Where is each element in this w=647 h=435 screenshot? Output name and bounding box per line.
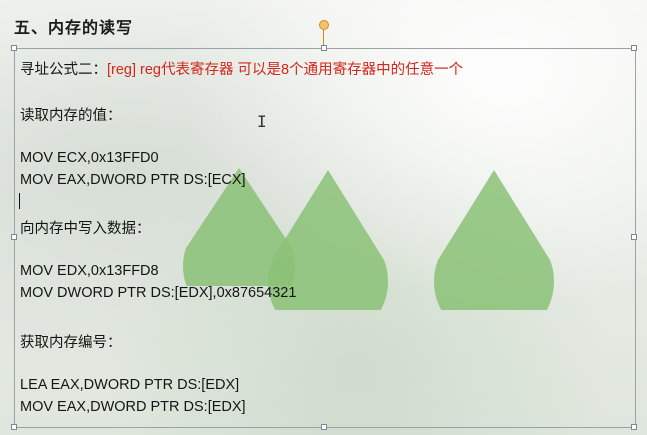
read-heading: 读取内存的值：	[20, 108, 122, 124]
text-caret	[19, 193, 20, 209]
resize-handle-bottom[interactable]	[321, 424, 327, 430]
formula-highlight: [reg] reg代表寄存器 可以是8个通用寄存器中的任意一个	[107, 62, 464, 78]
rotate-handle[interactable]	[319, 20, 329, 30]
resize-handle-top[interactable]	[321, 45, 327, 51]
formula-label: 寻址公式二：	[20, 62, 107, 78]
resize-handle-right[interactable]	[631, 234, 637, 240]
code-line: MOV EAX,DWORD PTR DS:[EDX]	[20, 399, 246, 415]
code-line: MOV DWORD PTR DS:[EDX],0x87654321	[20, 285, 297, 301]
ibeam-cursor-icon: I	[257, 112, 267, 131]
code-line: MOV EAX,DWORD PTR DS:[ECX]	[20, 172, 246, 188]
code-line: MOV EDX,0x13FFD8	[20, 263, 159, 279]
lea-heading: 获取内存编号：	[20, 335, 122, 351]
resize-handle-bottom-left[interactable]	[11, 424, 17, 430]
resize-handle-left[interactable]	[11, 234, 17, 240]
resize-handle-top-left[interactable]	[11, 45, 17, 51]
write-heading: 向内存中写入数据：	[20, 221, 151, 237]
resize-handle-top-right[interactable]	[631, 45, 637, 51]
code-line: MOV ECX,0x13FFD0	[20, 150, 159, 166]
code-line: LEA EAX,DWORD PTR DS:[EDX]	[20, 377, 240, 393]
slide-title: 五、内存的读写	[14, 18, 134, 37]
formula-line: 寻址公式二：[reg] reg代表寄存器 可以是8个通用寄存器中的任意一个	[20, 58, 463, 79]
resize-handle-bottom-right[interactable]	[631, 424, 637, 430]
